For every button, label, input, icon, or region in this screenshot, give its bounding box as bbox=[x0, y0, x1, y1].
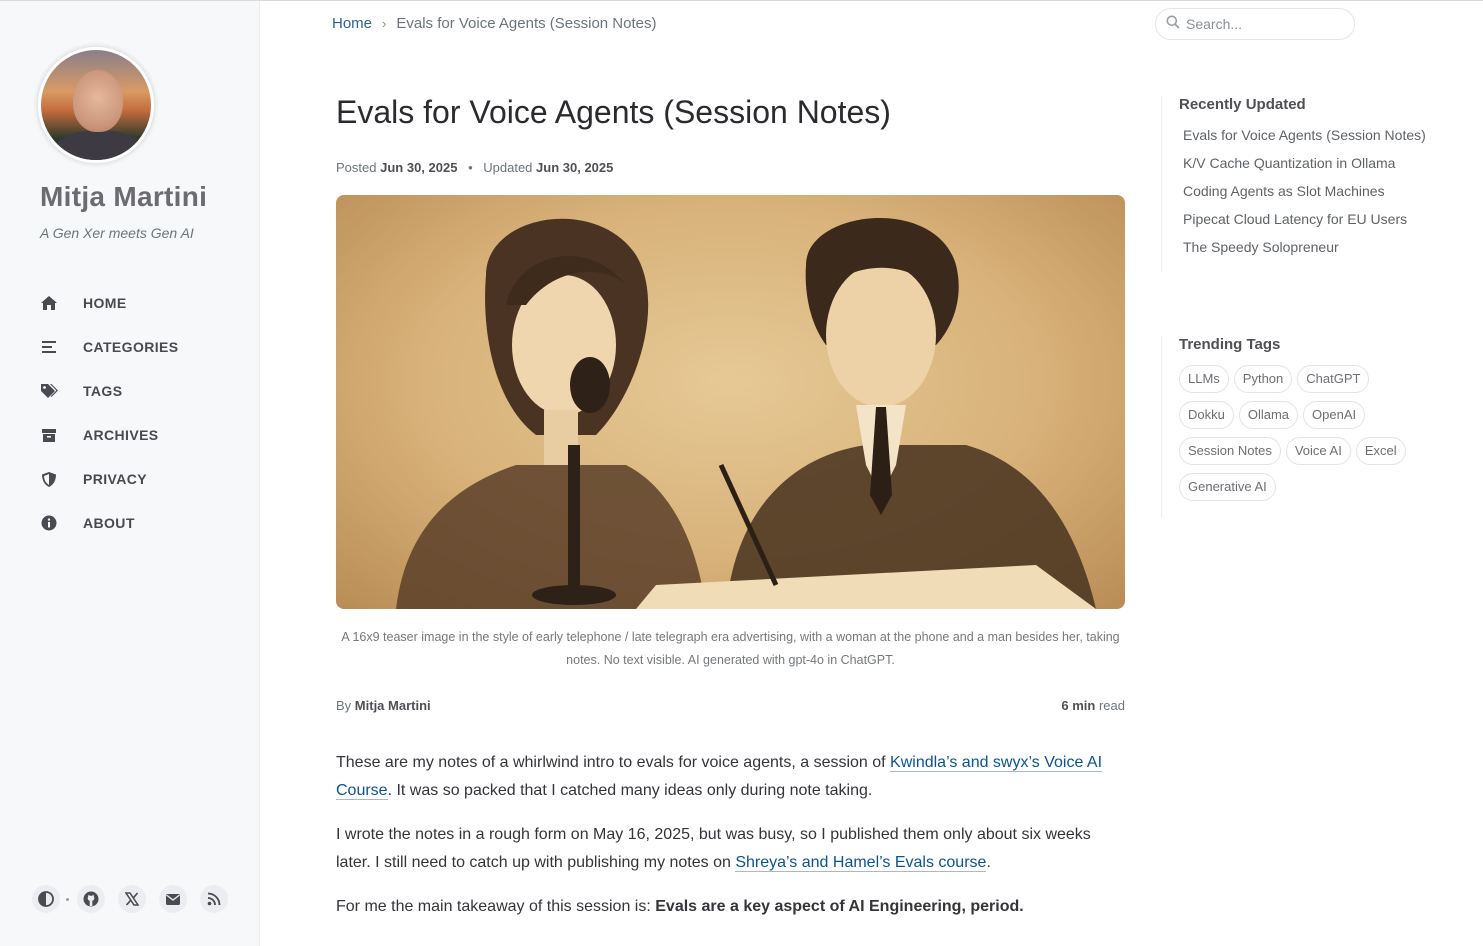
teaser-image bbox=[336, 195, 1125, 609]
sidebar-nav: HOME CATEGORIES TAGS ARCHIVES PRIVACY AB… bbox=[0, 281, 259, 545]
trending-tags-panel: Trending Tags LLMs Python ChatGPT Dokku … bbox=[1161, 336, 1461, 518]
breadcrumb: Home › Evals for Voice Agents (Session N… bbox=[332, 15, 657, 32]
read-label: read bbox=[1098, 698, 1125, 713]
paragraph-2: I wrote the notes in a rough form on May… bbox=[336, 821, 1126, 877]
byline-label: By bbox=[336, 698, 352, 713]
posted-label: Posted bbox=[336, 160, 377, 175]
breadcrumb-current: Evals for Voice Agents (Session Notes) bbox=[396, 15, 657, 32]
shield-icon bbox=[40, 470, 58, 488]
email-icon[interactable] bbox=[159, 885, 187, 913]
tag-chip[interactable]: Session Notes bbox=[1179, 437, 1281, 465]
sidebar-bottom-icons bbox=[32, 885, 241, 913]
tag-chip[interactable]: Voice AI bbox=[1285, 437, 1351, 465]
paragraph-3: For me the main takeaway of this session… bbox=[336, 893, 1126, 921]
post-content: These are my notes of a whirlwind intro … bbox=[336, 749, 1126, 937]
search-box[interactable] bbox=[1155, 8, 1355, 40]
tag-chip[interactable]: Dokku bbox=[1179, 401, 1234, 429]
post-byline: By Mitja Martini bbox=[336, 698, 431, 713]
p2-text-end: . bbox=[986, 854, 991, 871]
recent-item[interactable]: Evals for Voice Agents (Session Notes) bbox=[1179, 125, 1461, 153]
author-name: Mitja Martini bbox=[354, 698, 431, 713]
sidebar: Mitja Martini A Gen Xer meets Gen AI HOM… bbox=[0, 1, 260, 946]
nav-item-archives[interactable]: ARCHIVES bbox=[0, 413, 259, 457]
trending-tags-heading: Trending Tags bbox=[1179, 336, 1281, 353]
site-subtitle: A Gen Xer meets Gen AI bbox=[40, 225, 194, 241]
recent-item[interactable]: Coding Agents as Slot Machines bbox=[1179, 181, 1461, 209]
nav-item-tags[interactable]: TAGS bbox=[0, 369, 259, 413]
nav-label-categories: CATEGORIES bbox=[83, 339, 179, 355]
posted-date: Jun 30, 2025 bbox=[380, 160, 458, 175]
tag-chip[interactable]: ChatGPT bbox=[1297, 365, 1370, 393]
p3-text: For me the main takeaway of this session… bbox=[336, 898, 656, 915]
nav-item-categories[interactable]: CATEGORIES bbox=[0, 325, 259, 369]
nav-label-home: HOME bbox=[83, 295, 127, 311]
breadcrumb-separator: › bbox=[382, 16, 387, 31]
nav-label-tags: TAGS bbox=[83, 383, 123, 399]
nav-item-about[interactable]: ABOUT bbox=[0, 501, 259, 545]
separator-dot bbox=[66, 897, 69, 901]
avatar[interactable] bbox=[38, 47, 154, 163]
tags-icon bbox=[40, 382, 58, 400]
recently-updated-heading: Recently Updated bbox=[1179, 96, 1306, 113]
tag-chip[interactable]: Python bbox=[1233, 365, 1293, 393]
updated-label: Updated bbox=[483, 160, 533, 175]
archive-icon bbox=[40, 426, 58, 444]
p1-text-end: . It was so packed that I catched many i… bbox=[387, 782, 873, 799]
paragraph-1: These are my notes of a whirlwind intro … bbox=[336, 749, 1126, 805]
avatar-shirt bbox=[51, 130, 147, 160]
teaser-caption: A 16x9 teaser image in the style of earl… bbox=[341, 630, 1120, 667]
theme-toggle-icon[interactable] bbox=[32, 885, 60, 913]
tag-chip[interactable]: Generative AI bbox=[1179, 473, 1276, 501]
info-icon bbox=[40, 514, 58, 532]
list-icon bbox=[40, 338, 58, 356]
recent-list: Evals for Voice Agents (Session Notes) K… bbox=[1179, 125, 1461, 265]
nav-item-home[interactable]: HOME bbox=[0, 281, 259, 325]
read-time: 6 min read bbox=[1061, 698, 1125, 713]
tag-chip[interactable]: OpenAI bbox=[1303, 401, 1366, 429]
recent-item[interactable]: Pipecat Cloud Latency for EU Users bbox=[1179, 209, 1461, 237]
p1-text: These are my notes of a whirlwind intro … bbox=[336, 754, 891, 771]
breadcrumb-home-link[interactable]: Home bbox=[332, 15, 372, 32]
nav-label-privacy: PRIVACY bbox=[83, 471, 147, 487]
x-twitter-icon[interactable] bbox=[118, 885, 146, 913]
tag-chip[interactable]: LLMs bbox=[1179, 365, 1229, 393]
home-icon bbox=[40, 294, 58, 312]
tag-chip[interactable]: Ollama bbox=[1238, 401, 1299, 429]
nav-label-archives: ARCHIVES bbox=[83, 427, 159, 443]
search-icon bbox=[1166, 15, 1180, 34]
post-title: Evals for Voice Agents (Session Notes) bbox=[336, 94, 891, 130]
post-meta: Posted Jun 30, 2025 • Updated Jun 30, 20… bbox=[336, 160, 613, 175]
updated-date: Jun 30, 2025 bbox=[536, 160, 614, 175]
recently-updated-panel: Recently Updated Evals for Voice Agents … bbox=[1161, 96, 1461, 272]
tag-chip[interactable]: Excel bbox=[1355, 437, 1406, 465]
site-title[interactable]: Mitja Martini bbox=[40, 181, 207, 213]
tag-list: LLMs Python ChatGPT Dokku Ollama OpenAI … bbox=[1179, 365, 1419, 509]
teaser-illustration bbox=[396, 217, 1096, 609]
rss-icon[interactable] bbox=[200, 885, 228, 913]
avatar-face bbox=[73, 70, 123, 132]
search-input[interactable] bbox=[1186, 16, 1346, 32]
recent-item[interactable]: K/V Cache Quantization in Ollama bbox=[1179, 153, 1461, 181]
read-minutes: 6 min bbox=[1061, 698, 1096, 713]
nav-item-privacy[interactable]: PRIVACY bbox=[0, 457, 259, 501]
meta-dot: • bbox=[468, 160, 473, 175]
p3-takeaway: Evals are a key aspect of AI Engineering… bbox=[655, 898, 1024, 915]
evals-course-link[interactable]: Shreya’s and Hamel’s Evals course bbox=[735, 854, 987, 872]
nav-label-about: ABOUT bbox=[83, 515, 135, 531]
github-icon[interactable] bbox=[77, 885, 105, 913]
recent-item[interactable]: The Speedy Solopreneur bbox=[1179, 237, 1461, 265]
